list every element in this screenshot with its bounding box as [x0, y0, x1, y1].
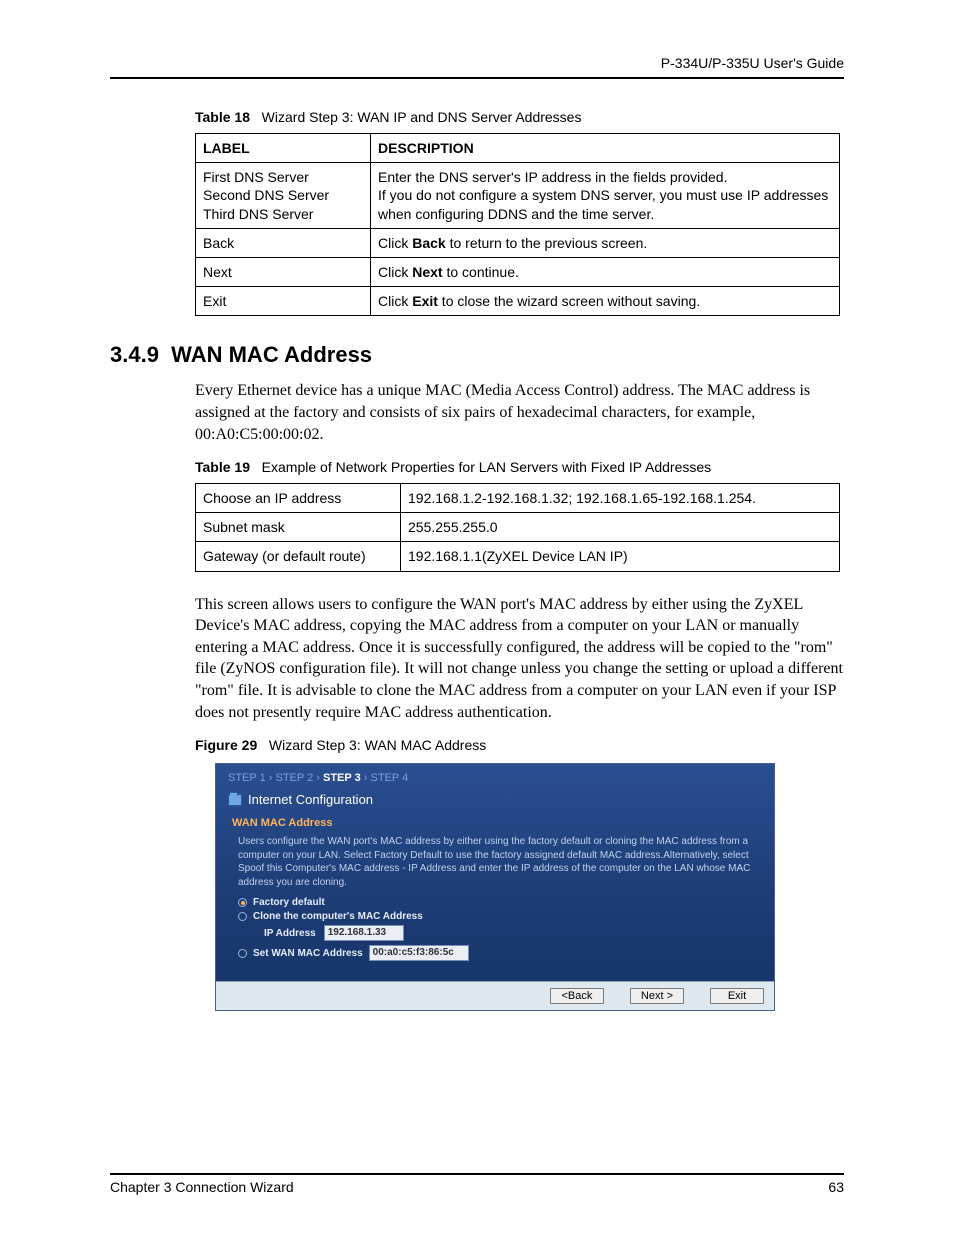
- cell-text: Click: [378, 264, 412, 280]
- table-row: Gateway (or default route) 192.168.1.1(Z…: [196, 542, 840, 571]
- paragraph: Every Ethernet device has a unique MAC (…: [195, 380, 844, 445]
- table18-caption-text: Wizard Step 3: WAN IP and DNS Server Add…: [262, 109, 582, 125]
- radio-icon[interactable]: [238, 898, 247, 907]
- cell-text: 192.168.1.2-192.168.1.32; 192.168.1.65-1…: [401, 484, 840, 513]
- cell-text: Gateway (or default route): [196, 542, 401, 571]
- cell-bold: Next: [412, 264, 442, 280]
- table18-head-label: LABEL: [196, 134, 371, 163]
- back-button[interactable]: <Back: [550, 988, 604, 1004]
- cell-text: Second DNS Server: [203, 187, 329, 203]
- wizard-description: Users configure the WAN port's MAC addre…: [238, 835, 758, 889]
- cell-bold: Exit: [412, 293, 438, 309]
- next-button[interactable]: Next >: [630, 988, 684, 1004]
- cell-text: Click: [378, 235, 412, 251]
- cell-text: Exit: [196, 287, 371, 316]
- cell-text: Back: [196, 228, 371, 257]
- table19-caption-text: Example of Network Properties for LAN Se…: [262, 459, 711, 475]
- wizard-steps: STEP 1 › STEP 2 › STEP 3 › STEP 4: [228, 772, 762, 784]
- cell-bold: Back: [412, 235, 445, 251]
- table19-caption-label: Table 19: [195, 459, 250, 475]
- folder-icon: [228, 794, 242, 806]
- figure29-caption: Figure 29 Wizard Step 3: WAN MAC Address: [195, 737, 844, 753]
- cell-text: Third DNS Server: [203, 206, 313, 222]
- step-1: STEP 1: [228, 772, 266, 784]
- header-rule: [110, 77, 844, 79]
- paragraph: This screen allows users to configure th…: [195, 594, 844, 724]
- ip-address-label: IP Address: [264, 928, 316, 939]
- footer-rule: [110, 1173, 844, 1175]
- option-factory-default[interactable]: Factory default: [238, 897, 762, 908]
- option-set-wan-mac[interactable]: Set WAN MAC Address 00:a0:c5:f3:86:5c: [238, 945, 762, 961]
- step-sep: ›: [313, 772, 323, 784]
- cell-text: to return to the previous screen.: [446, 235, 648, 251]
- radio-icon[interactable]: [238, 949, 247, 958]
- table-row: Subnet mask 255.255.255.0: [196, 513, 840, 542]
- table18-head-desc: DESCRIPTION: [371, 134, 840, 163]
- footer-page-number: 63: [828, 1179, 844, 1195]
- running-header: P-334U/P-335U User's Guide: [110, 55, 844, 71]
- cell-text: First DNS Server: [203, 169, 309, 185]
- radio-icon[interactable]: [238, 912, 247, 921]
- wizard-title: Internet Configuration: [248, 792, 373, 807]
- table19: Choose an IP address 192.168.1.2-192.168…: [195, 483, 840, 572]
- cell-text: Choose an IP address: [196, 484, 401, 513]
- exit-button[interactable]: Exit: [710, 988, 764, 1004]
- cell-text: Next: [196, 257, 371, 286]
- figure29-caption-text: Wizard Step 3: WAN MAC Address: [269, 737, 486, 753]
- section-heading: 3.4.9 WAN MAC Address: [110, 342, 844, 368]
- step-sep: ›: [266, 772, 276, 784]
- option-label: Factory default: [253, 897, 325, 908]
- table18-caption-label: Table 18: [195, 109, 250, 125]
- footer-chapter: Chapter 3 Connection Wizard: [110, 1179, 294, 1195]
- option-label: Set WAN MAC Address: [253, 948, 363, 959]
- table-row: First DNS Server Second DNS Server Third…: [196, 163, 840, 229]
- cell-text: to continue.: [443, 264, 519, 280]
- table19-caption: Table 19 Example of Network Properties f…: [195, 459, 844, 475]
- step-2: STEP 2: [276, 772, 314, 784]
- cell-text: Enter the DNS server's IP address in the…: [378, 169, 727, 185]
- option-clone-mac[interactable]: Clone the computer's MAC Address: [238, 911, 762, 922]
- cell-text: Click: [378, 293, 412, 309]
- step-sep: ›: [361, 772, 371, 784]
- table18-caption: Table 18 Wizard Step 3: WAN IP and DNS S…: [195, 109, 844, 125]
- cell-text: 255.255.255.0: [401, 513, 840, 542]
- section-number: 3.4.9: [110, 342, 159, 367]
- cell-text: 192.168.1.1(ZyXEL Device LAN IP): [401, 542, 840, 571]
- figure29-caption-label: Figure 29: [195, 737, 257, 753]
- mac-address-input[interactable]: 00:a0:c5:f3:86:5c: [369, 945, 469, 961]
- cell-text: Subnet mask: [196, 513, 401, 542]
- wizard-section-heading: WAN MAC Address: [232, 817, 762, 829]
- cell-text: to close the wizard screen without savin…: [438, 293, 700, 309]
- ip-address-input[interactable]: 192.168.1.33: [324, 925, 404, 941]
- page-footer: Chapter 3 Connection Wizard 63: [110, 1173, 844, 1195]
- table-row: Next Click Next to continue.: [196, 257, 840, 286]
- cell-text: If you do not configure a system DNS ser…: [378, 187, 828, 221]
- table-row: Choose an IP address 192.168.1.2-192.168…: [196, 484, 840, 513]
- step-4: STEP 4: [371, 772, 409, 784]
- table-row: Back Click Back to return to the previou…: [196, 228, 840, 257]
- step-3: STEP 3: [323, 772, 361, 784]
- section-title: WAN MAC Address: [171, 342, 372, 367]
- table18: LABEL DESCRIPTION First DNS Server Secon…: [195, 133, 840, 316]
- wizard-screenshot: STEP 1 › STEP 2 › STEP 3 › STEP 4 Intern…: [215, 763, 775, 1011]
- option-label: Clone the computer's MAC Address: [253, 911, 423, 922]
- table-row: Exit Click Exit to close the wizard scre…: [196, 287, 840, 316]
